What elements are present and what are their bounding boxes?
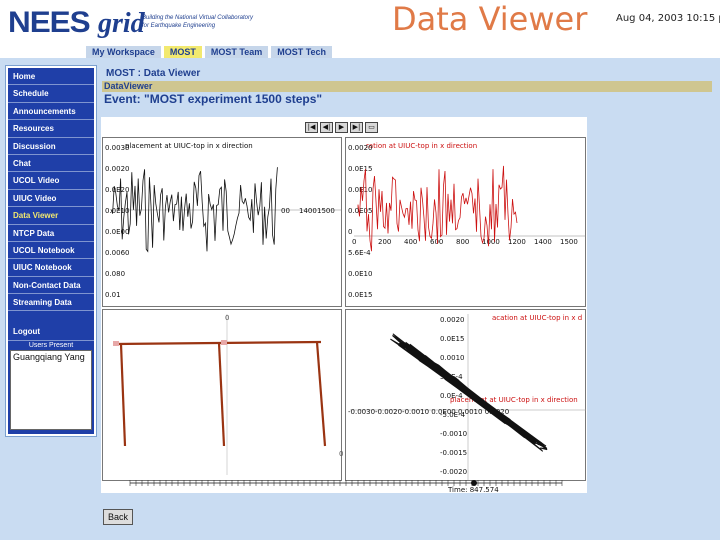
playback-controls: |◀ ◀| ▶ ▶| ▭ [305,122,378,133]
y-tick-label: 0.0E00 [105,228,129,236]
plot-title: ration at UIUC-top in x direction [366,142,477,150]
sidebar-item-home[interactable]: Home [8,68,94,86]
y-tick-label: -0.0015 [440,449,467,457]
y-tick-label: 0.0E15 [440,335,464,343]
x-tick-label: 600 [430,238,443,246]
x-tick-label: 1400 [534,238,552,246]
y-tick-label: 0.01 [105,291,121,299]
y-tick-label: 0.0E10 [348,186,372,194]
y-tick-label: -0.0020 [440,468,467,476]
sidebar-item-uiuc-video[interactable]: UIUC Video [8,190,94,208]
sidebar-item-logout[interactable]: Logout [8,323,94,341]
plot-panel-rotation[interactable]: ration at UIUC-top in x direction 0.0020 0… [345,137,586,307]
sidebar-item-announcements[interactable]: Announcements [8,103,94,121]
sidebar-item-resources[interactable]: Resources [8,120,94,138]
x-tick-label: 1500 [560,238,578,246]
x-tick-label: 0 [352,238,356,246]
x-tick-label: 1200 [508,238,526,246]
export-button[interactable]: ▭ [365,122,378,133]
section-header-bar: DataViewer [102,81,712,92]
tab-most[interactable]: MOST [163,46,202,58]
frame-column-middle [217,342,226,447]
sidebar-item-chat[interactable]: Chat [8,155,94,173]
y-tick-label: 0.0E20 [105,186,129,194]
timeline-scrubber[interactable]: Time: 847.574 [102,478,586,494]
y-tick-label: 0.0E10 [105,207,129,215]
sidebar-nav: Home Schedule Announcements Resources Di… [5,65,97,437]
sidebar-item-uiuc-notebook[interactable]: UIUC Notebook [8,259,94,277]
joint-marker [221,340,227,345]
y-tick-label: 0.0020 [348,144,373,152]
sidebar-item-non-contact-data[interactable]: Non-Contact Data [8,277,94,295]
plot-panel-hysteresis[interactable]: acation at UIUC-top in x d placement at U… [345,309,586,481]
displacement-plot: placement at UIUC-top in x direction0.00… [105,142,341,299]
y-tick-label: 0 [348,228,352,236]
y-tick-label: 0.0E15 [348,165,372,173]
rewind-button[interactable]: |◀ [305,122,318,133]
back-button[interactable]: Back [103,509,133,525]
frame-column-left [119,343,127,447]
workspace-tabs: My Workspace MOST MOST Team MOST Tech [86,46,333,58]
sidebar-item-streaming-data[interactable]: Streaming Data [8,294,94,312]
frame-column-right [315,341,327,447]
y-tick-label: 0.0060 [105,249,130,257]
y-tick-label: 0.0020 [105,165,130,173]
step-back-button[interactable]: ◀| [320,122,333,133]
users-present-list: Guangqiang Yang [10,349,92,430]
marker-label: 0 [339,450,343,458]
y-tick-label: 0.0E15 [348,291,372,299]
sidebar-item-discussion[interactable]: Discussion [8,138,94,155]
tab-most-team[interactable]: MOST Team [204,46,269,58]
x-tick-label: 400 [404,238,417,246]
x-tick-label: 1400 [299,207,317,215]
x-tick-label: 00 [281,207,290,215]
x-tick-label: 200 [378,238,391,246]
step-forward-button[interactable]: ▶| [350,122,363,133]
datetime-label: Aug 04, 2003 10:15 p [616,13,720,24]
sidebar-item-ucol-notebook[interactable]: UCOL Notebook [8,242,94,260]
logo-tagline-line2: for Earthquake Engineering [142,23,216,29]
user-list-item: Guangqiang Yang [13,351,85,362]
data-series-line [110,167,278,253]
sidebar-item-data-viewer[interactable]: Data Viewer [8,207,94,225]
y-tick-label: 0.0E10 [348,270,372,278]
x-tick-label: 1000 [482,238,500,246]
tab-most-tech[interactable]: MOST Tech [271,46,333,58]
sidebar-item-ucol-video[interactable]: UCOL Video [8,172,94,190]
marker-label: 0 [225,314,229,322]
y-tick-label: 0.0020 [440,316,465,324]
timeline-ruler: Time: 847.574 [129,480,563,494]
frame-plot: 00 [113,314,343,475]
y-tick-label: 5.6E-4 [348,249,371,257]
plot-title: acation at UIUC-top in x d [492,314,582,322]
joint-marker [113,341,119,346]
plot-panel-displacement[interactable]: placement at UIUC-top in x direction 0.00… [102,137,342,307]
logo-tagline-line1: Building the National Virtual Collaborat… [142,15,253,21]
hysteresis-plot: acation at UIUC-top in x dplacement at U… [348,314,586,480]
time-readout: Time: 847.574 [447,486,499,493]
sidebar-item-schedule[interactable]: Schedule [8,85,94,103]
plot-panel-video-overlay[interactable]: 00 [102,309,343,481]
tab-my-workspace[interactable]: My Workspace [86,46,161,58]
plot-title: placement at UIUC-top in x direction [125,142,253,150]
hysteresis-trace [390,333,548,452]
play-button[interactable]: ▶ [335,122,348,133]
rotation-plot: ration at UIUC-top in x direction0.0020 0… [348,142,586,299]
x-tick-label: 1500 [317,207,335,215]
y-tick-label: 0.080 [105,270,125,278]
y-tick-label: 0.0010 [440,354,465,362]
y-tick-label: 0.0030 [105,144,130,152]
nees-logo-text: NEES [8,6,91,39]
sidebar-item-ntcp-data[interactable]: NTCP Data [8,225,94,242]
y-tick-label: -0.0010 [440,430,467,438]
grid-logo-text: grid [98,8,145,39]
y-tick-label: 0.0E-4 [440,392,463,400]
page-title: Data Viewer [392,0,588,38]
event-title: Event: "MOST experiment 1500 steps" [104,92,323,106]
breadcrumb: MOST : Data Viewer [106,68,201,79]
x-tick-label: 800 [456,238,469,246]
users-present-label: Users Present [28,341,74,349]
